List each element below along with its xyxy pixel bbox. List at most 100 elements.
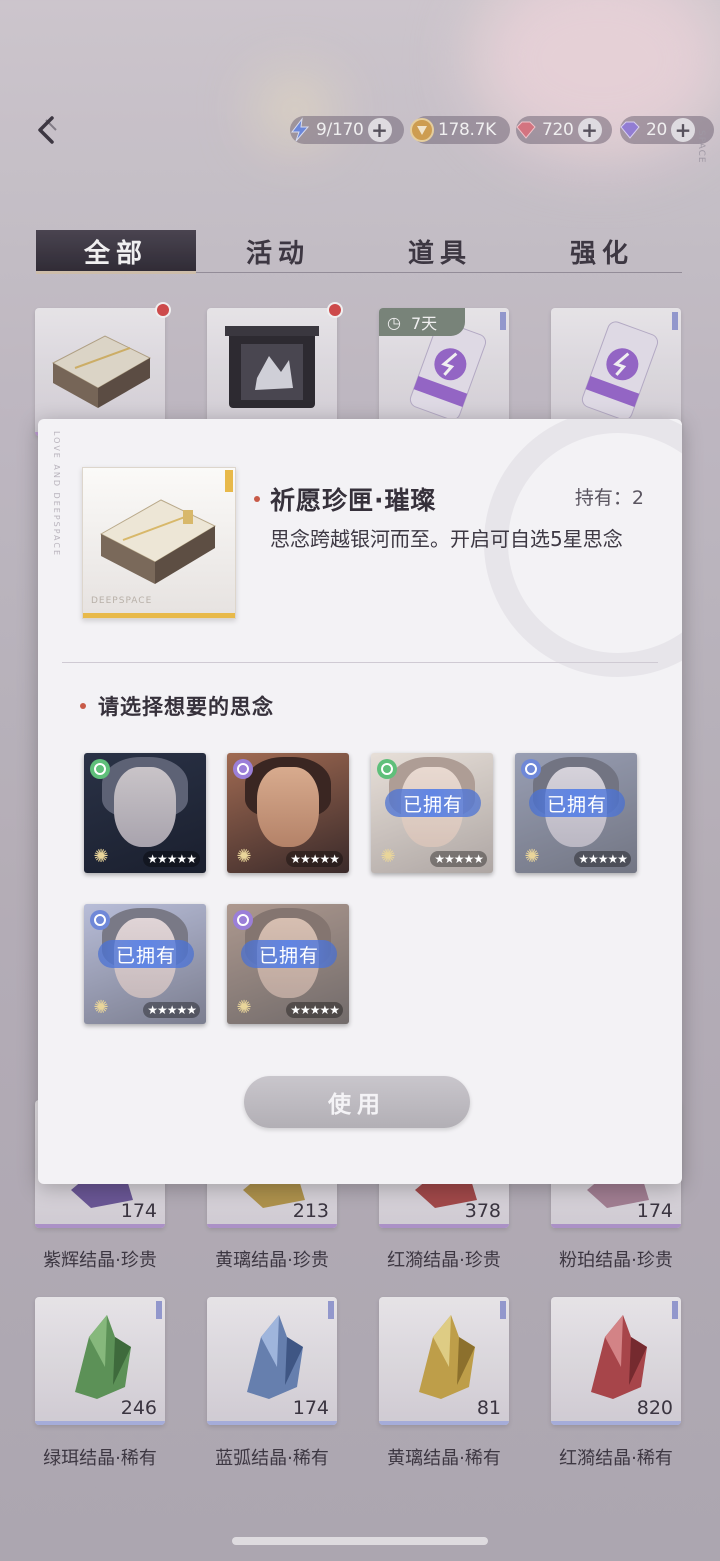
sun-icon: ✺ xyxy=(236,845,252,867)
item-count: 213 xyxy=(292,1200,329,1222)
item-crystal[interactable]: 246 xyxy=(35,1297,165,1425)
gift-box-icon xyxy=(51,335,152,408)
item-crystal[interactable]: 820 xyxy=(551,1297,681,1425)
item-label: 红漪结晶·稀有 xyxy=(559,1448,673,1469)
home-indicator[interactable] xyxy=(232,1537,488,1545)
add-red-diamond-button[interactable]: + xyxy=(577,118,602,142)
owned-badge: 已拥有 xyxy=(385,789,481,817)
star-rating: ★★★★★ xyxy=(143,1002,200,1018)
modal-title: 祈愿珍匣·璀璨 xyxy=(254,481,437,517)
item-crystal[interactable]: 174 xyxy=(207,1297,337,1425)
item-crystal[interactable]: 81 xyxy=(379,1297,509,1425)
memory-card[interactable]: ✺ ★★★★★ xyxy=(227,753,349,873)
item-label: 紫辉结晶·珍贵 xyxy=(43,1250,157,1271)
sun-icon: ✺ xyxy=(93,996,109,1018)
item-count: 174 xyxy=(636,1200,673,1222)
attribute-icon xyxy=(233,759,253,779)
item-label: 黄璃结晶·稀有 xyxy=(387,1448,501,1469)
red-diamond-value: 720 xyxy=(542,120,574,140)
item-count: 378 xyxy=(464,1200,501,1222)
drink-can-icon xyxy=(581,321,659,421)
gold-currency: 178.7K xyxy=(410,116,510,144)
divider xyxy=(62,662,658,663)
star-rating: ★★★★★ xyxy=(574,851,631,867)
memory-card[interactable]: ✺ ★★★★★ xyxy=(84,753,206,873)
item-label: 红漪结晶·珍贵 xyxy=(387,1250,501,1271)
owned-badge: 已拥有 xyxy=(529,789,625,817)
tab-all[interactable]: 全部 xyxy=(36,230,196,274)
bullet-icon xyxy=(254,496,260,502)
yellow-crystal-icon xyxy=(419,1315,475,1399)
item-energy-drink[interactable] xyxy=(551,308,681,436)
add-purple-diamond-button[interactable]: + xyxy=(671,118,696,142)
modal-edge-text: LOVE AND DEEPSPACE xyxy=(52,431,61,558)
stamina-currency: 9/170 + xyxy=(290,116,404,144)
attribute-icon xyxy=(90,910,110,930)
gift-box-icon xyxy=(99,499,217,584)
attribute-icon xyxy=(90,759,110,779)
item-detail-modal: LOVE AND DEEPSPACE DEEPSPACE 祈愿珍匣·璀璨 持有：… xyxy=(38,419,682,1184)
green-crystal-icon xyxy=(75,1315,131,1399)
memory-card[interactable]: 已拥有 ✺ ★★★★★ xyxy=(515,753,637,873)
stamina-value: 9/170 xyxy=(316,120,364,140)
timer-badge: ◷ 7天 xyxy=(379,308,465,336)
tab-items[interactable]: 道具 xyxy=(360,230,520,272)
star-rating: ★★★★★ xyxy=(143,851,200,867)
sun-icon: ✺ xyxy=(236,996,252,1018)
attribute-icon xyxy=(233,910,253,930)
item-count: 246 xyxy=(120,1397,157,1419)
item-count: 820 xyxy=(636,1397,673,1419)
gold-value: 178.7K xyxy=(438,120,497,140)
sun-icon: ✺ xyxy=(380,845,396,867)
item-label: 绿珥结晶·稀有 xyxy=(43,1448,157,1469)
tab-activity[interactable]: 活动 xyxy=(198,230,358,272)
star-rating: ★★★★★ xyxy=(430,851,487,867)
category-tabs: 全部 活动 道具 强化 xyxy=(36,230,682,274)
add-stamina-button[interactable]: + xyxy=(367,118,392,142)
select-prompt: 请选择想要的思念 xyxy=(80,691,274,721)
item-count: 174 xyxy=(292,1397,329,1419)
star-rating: ★★★★★ xyxy=(286,1002,343,1018)
use-button[interactable]: 使用 xyxy=(244,1076,470,1128)
memory-card[interactable]: 已拥有 ✺ ★★★★★ xyxy=(227,904,349,1024)
memory-card[interactable]: 已拥有 ✺ ★★★★★ xyxy=(84,904,206,1024)
memory-card[interactable]: 已拥有 ✺ ★★★★★ xyxy=(371,753,493,873)
red-crystal-icon xyxy=(591,1315,647,1399)
item-black-box[interactable] xyxy=(207,308,337,436)
timer-text: 7天 xyxy=(410,314,438,333)
new-badge xyxy=(157,304,169,316)
bullet-icon xyxy=(80,703,86,709)
crystal-box-icon xyxy=(225,326,319,408)
top-bar: 9/170 + 178.7K 720 + 20 + xyxy=(0,100,720,160)
blue-crystal-icon xyxy=(247,1315,303,1399)
chevron-left-icon xyxy=(38,116,57,144)
tab-enhance[interactable]: 强化 xyxy=(522,230,682,272)
item-label: 黄璃结晶·珍贵 xyxy=(215,1250,329,1271)
sun-icon: ✺ xyxy=(93,845,109,867)
gold-coin-icon xyxy=(408,116,436,144)
owned-badge: 已拥有 xyxy=(98,940,194,968)
wish-box-large-icon: DEEPSPACE xyxy=(82,467,236,619)
clock-icon: ◷ xyxy=(387,312,401,332)
item-wish-box[interactable] xyxy=(35,308,165,436)
item-count: 81 xyxy=(476,1397,501,1419)
purple-diamond-value: 20 xyxy=(646,120,668,140)
item-title: 祈愿珍匣·璀璨 xyxy=(270,486,437,515)
item-label: 蓝弧结晶·稀有 xyxy=(215,1448,329,1469)
owned-count: 持有：2 xyxy=(574,487,644,509)
sun-icon: ✺ xyxy=(524,845,540,867)
item-description: 思念跨越银河而至。开启可自选5星思念 xyxy=(270,527,623,551)
lightning-icon xyxy=(286,116,314,144)
red-diamond-currency: 720 + xyxy=(516,116,612,144)
purple-diamond-icon xyxy=(616,116,644,144)
back-button[interactable] xyxy=(28,110,68,150)
attribute-icon xyxy=(521,759,541,779)
item-energy-drink-timed[interactable]: ◷ 7天 xyxy=(379,308,509,436)
new-badge xyxy=(329,304,341,316)
item-label: 粉珀结晶·珍贵 xyxy=(559,1250,673,1271)
select-prompt-text: 请选择想要的思念 xyxy=(98,695,274,719)
star-rating: ★★★★★ xyxy=(286,851,343,867)
item-count: 174 xyxy=(120,1200,157,1222)
box-watermark: DEEPSPACE xyxy=(91,596,153,606)
side-watermark: SPACE xyxy=(696,130,706,164)
